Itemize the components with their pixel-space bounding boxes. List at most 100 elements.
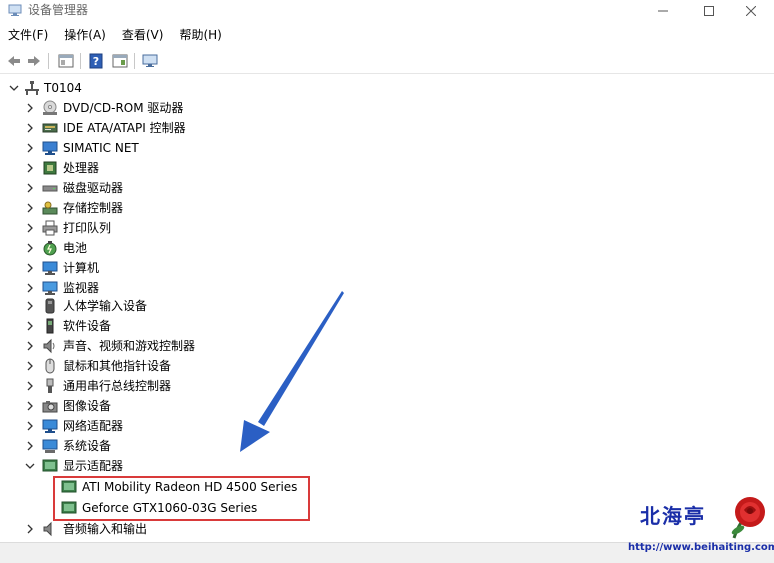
display-adapter-icon (42, 459, 58, 472)
tree-item-label: 监视器 (63, 281, 100, 295)
scan-hardware-button[interactable] (140, 51, 160, 71)
software-device-icon (46, 318, 54, 334)
close-button[interactable] (728, 0, 774, 22)
help-button[interactable]: ? (86, 51, 106, 71)
tree-item-software[interactable]: 软件设备 (0, 316, 774, 336)
properties-icon (112, 54, 128, 68)
tree-item-label: 通用串行总线控制器 (63, 379, 172, 393)
processor-icon (43, 161, 57, 175)
maximize-icon (704, 6, 714, 16)
chevron-right-icon[interactable] (24, 300, 36, 312)
tree-item-storage[interactable]: 存储控制器 (0, 198, 774, 218)
chevron-right-icon[interactable] (24, 262, 36, 274)
chevron-down-icon[interactable] (24, 460, 36, 472)
chevron-right-icon[interactable] (24, 122, 36, 134)
chevron-right-icon[interactable] (24, 282, 36, 294)
tree-item-label: 存储控制器 (63, 201, 124, 215)
tree-item-print-queue[interactable]: 打印队列 (0, 218, 774, 238)
back-arrow-icon (8, 56, 20, 66)
audio-io-icon (43, 521, 52, 537)
tree-item-label: 显示适配器 (63, 459, 124, 473)
tree-item-label: 声音、视频和游戏控制器 (63, 339, 196, 353)
tree-item-processor[interactable]: 处理器 (0, 158, 774, 178)
help-icon: ? (89, 53, 103, 69)
device-tree: T0104 DVD/CD-ROM 驱动器 IDE ATA/ATAPI 控制器 S… (0, 78, 774, 540)
computer-root-icon (25, 81, 39, 95)
chevron-right-icon[interactable] (24, 162, 36, 174)
menu-view[interactable]: 查看(V) (114, 24, 172, 46)
close-icon (746, 6, 756, 16)
chevron-right-icon[interactable] (24, 142, 36, 154)
chevron-right-icon[interactable] (24, 523, 36, 535)
tree-item-system[interactable]: 系统设备 (0, 436, 774, 456)
tree-item-label: 网络适配器 (63, 419, 124, 433)
toolbar-separator (80, 53, 81, 69)
tree-item-label: 打印队列 (63, 221, 112, 235)
watermark-logo: 北海亭 http://www.beihaiting.com (620, 490, 774, 563)
chevron-right-icon[interactable] (24, 182, 36, 194)
tree-item-simatic-net[interactable]: SIMATIC NET (0, 138, 774, 158)
chevron-right-icon[interactable] (24, 420, 36, 432)
toolbar-separator (48, 53, 49, 69)
svg-text:?: ? (93, 55, 99, 68)
maximize-button[interactable] (686, 0, 732, 22)
tree-item-label: 鼠标和其他指针设备 (63, 359, 172, 373)
tree-item-label: 处理器 (63, 161, 100, 175)
tree-item-label: 磁盘驱动器 (63, 181, 124, 195)
chevron-right-icon[interactable] (24, 102, 36, 114)
tree-item-label: 人体学输入设备 (63, 299, 148, 313)
chevron-down-icon[interactable] (8, 82, 20, 94)
tree-item-battery[interactable]: 电池 (0, 238, 774, 258)
monitor-scan-icon (142, 54, 158, 67)
minimize-button[interactable] (640, 0, 686, 22)
properties-button[interactable] (110, 51, 130, 71)
tree-item-sound[interactable]: 声音、视频和游戏控制器 (0, 336, 774, 356)
chevron-right-icon[interactable] (24, 360, 36, 372)
forward-button[interactable] (24, 51, 44, 71)
tree-item-disk[interactable]: 磁盘驱动器 (0, 178, 774, 198)
tree-item-label: 软件设备 (63, 319, 112, 333)
minimize-icon (658, 10, 668, 12)
chevron-right-icon[interactable] (24, 400, 36, 412)
network-adapter-icon (42, 141, 58, 155)
computer-icon (42, 261, 58, 275)
tree-item-hid[interactable]: 人体学输入设备 (0, 296, 774, 316)
back-button[interactable] (4, 51, 24, 71)
device-manager-app-icon (8, 4, 22, 16)
battery-icon (43, 241, 57, 256)
tree-item-dvd[interactable]: DVD/CD-ROM 驱动器 (0, 98, 774, 118)
chevron-right-icon[interactable] (24, 222, 36, 234)
toolbar-separator (134, 53, 135, 69)
tree-item-usb[interactable]: 通用串行总线控制器 (0, 376, 774, 396)
usb-icon (46, 378, 54, 393)
storage-controller-icon (42, 201, 58, 215)
tree-root[interactable]: T0104 (0, 78, 774, 98)
tree-item-display-adapters[interactable]: 显示适配器 (0, 456, 774, 476)
watermark-url: http://www.beihaiting.com (628, 542, 774, 553)
tree-item-monitor[interactable]: 监视器 (0, 278, 774, 298)
window-title: 设备管理器 (28, 3, 89, 17)
chevron-right-icon[interactable] (24, 320, 36, 332)
tree-item-mouse[interactable]: 鼠标和其他指针设备 (0, 356, 774, 376)
chevron-right-icon[interactable] (24, 202, 36, 214)
tree-item-label: 计算机 (63, 261, 100, 275)
tree-item-ide[interactable]: IDE ATA/ATAPI 控制器 (0, 118, 774, 138)
chevron-right-icon[interactable] (24, 380, 36, 392)
tree-item-label: DVD/CD-ROM 驱动器 (63, 101, 184, 115)
tree-item-imaging[interactable]: 图像设备 (0, 396, 774, 416)
console-tree-icon (58, 54, 74, 68)
tree-item-network[interactable]: 网络适配器 (0, 416, 774, 436)
show-hide-console-tree-button[interactable] (56, 51, 76, 71)
menu-help[interactable]: 帮助(H) (171, 24, 229, 46)
menu-file[interactable]: 文件(F) (0, 24, 56, 46)
chevron-right-icon[interactable] (24, 340, 36, 352)
tree-item-label: 电池 (63, 241, 88, 255)
title-bar: 设备管理器 (0, 0, 774, 22)
highlight-box (53, 476, 310, 521)
watermark-text: 北海亭 (640, 504, 706, 528)
tree-item-computer[interactable]: 计算机 (0, 258, 774, 278)
chevron-right-icon[interactable] (24, 440, 36, 452)
menu-action[interactable]: 操作(A) (56, 24, 114, 46)
tree-item-label: 音频输入和输出 (63, 522, 148, 536)
chevron-right-icon[interactable] (24, 242, 36, 254)
